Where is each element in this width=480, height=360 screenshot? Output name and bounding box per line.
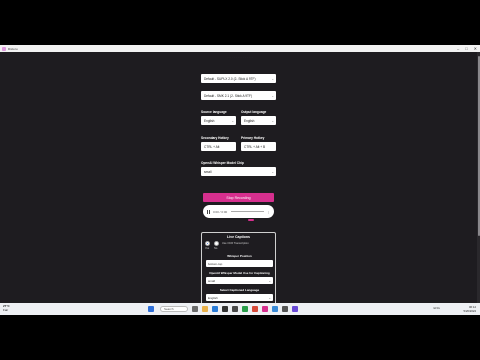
source-language-label: Source language bbox=[201, 110, 227, 114]
radio-no[interactable] bbox=[214, 241, 219, 246]
tray-language[interactable]: ENG bbox=[433, 306, 440, 310]
maximize-icon[interactable]: □ bbox=[465, 46, 467, 51]
secondary-hotkey-value: CTRL + Alt bbox=[204, 144, 220, 149]
primary-hotkey-label: Primary Hotkey bbox=[241, 136, 265, 140]
chevron-down-icon: ⌄ bbox=[231, 118, 234, 123]
radio-caption: Use OCR Transcription bbox=[222, 242, 249, 245]
caption-language-label: Select Captioned Language bbox=[219, 288, 260, 292]
task-view-icon[interactable] bbox=[192, 306, 198, 312]
output-language-label: Output language bbox=[241, 110, 267, 114]
caption-model-label: OpenAI Whisper Model Use for Captioning bbox=[209, 271, 270, 275]
whisper-position-label: Whisper Position bbox=[227, 254, 252, 258]
input-device-value: Default - SUPLX 2.0 (2- Stick A 9TF) bbox=[204, 76, 256, 81]
taskbar-search[interactable]: Search bbox=[160, 306, 188, 312]
primary-hotkey-input[interactable]: CTRL + Alt + B bbox=[241, 142, 276, 151]
recording-indicator bbox=[248, 219, 254, 221]
brave-icon[interactable] bbox=[252, 306, 258, 312]
file-explorer-icon[interactable] bbox=[202, 306, 208, 312]
weather-widget[interactable]: 27°C Fair bbox=[3, 304, 10, 312]
pause-icon[interactable] bbox=[207, 209, 210, 214]
whisper-model-label: OpenAI Whisper Model Chip bbox=[201, 161, 244, 165]
chevron-down-icon: ⌄ bbox=[271, 118, 274, 123]
chevron-down-icon: ⌄ bbox=[268, 295, 271, 300]
chevron-down-icon: ⌄ bbox=[271, 93, 274, 98]
dictoru-app-icon[interactable] bbox=[262, 306, 268, 312]
output-device-select[interactable]: Default - SMK 2.1 (2- Stick A 9TF) ⌄ bbox=[201, 91, 276, 100]
player-time: 0:00 / 0:00 bbox=[213, 209, 228, 214]
live-captions-title: Live Captions bbox=[227, 235, 250, 239]
chevron-down-icon: ⌄ bbox=[268, 278, 271, 283]
close-icon[interactable]: ✕ bbox=[474, 46, 477, 51]
input-device-select[interactable]: Default - SUPLX 2.0 (2- Stick A 9TF) ⌄ bbox=[201, 74, 276, 83]
whisper-model-select[interactable]: small ⌄ bbox=[201, 167, 276, 176]
search-placeholder: Search bbox=[164, 307, 174, 311]
chevron-down-icon: ⌄ bbox=[271, 76, 274, 81]
weather-desc: Fair bbox=[3, 308, 9, 312]
app-window: Dictoru – □ ✕ · · · · · · · · · · · · · … bbox=[0, 45, 480, 303]
vscode-icon[interactable] bbox=[272, 306, 278, 312]
app-icon bbox=[2, 46, 6, 51]
source-language-value: English bbox=[204, 118, 215, 123]
stop-recording-button[interactable]: Stop Recording bbox=[203, 193, 274, 202]
output-device-value: Default - SMK 2.1 (2- Stick A 9TF) bbox=[204, 93, 253, 98]
whisper-model-value: small bbox=[204, 169, 212, 174]
faded-header: · · · · · · · · · · · · · · · bbox=[226, 55, 254, 59]
edge-icon[interactable] bbox=[212, 306, 218, 312]
scrollbar-thumb[interactable] bbox=[477, 56, 480, 236]
chevron-down-icon: ⌄ bbox=[271, 169, 274, 174]
audio-player[interactable]: 0:00 / 0:00 ⋮ bbox=[203, 205, 274, 218]
window-title: Dictoru bbox=[8, 46, 18, 51]
caption-model-value: small bbox=[208, 278, 216, 283]
discord-icon[interactable] bbox=[292, 306, 298, 312]
whisper-position-value: bottom-top bbox=[208, 261, 223, 266]
player-progress-track[interactable] bbox=[231, 211, 264, 212]
taskbar: 27°C Fair Search ENG 06:12 5/26/2024 bbox=[0, 303, 480, 315]
more-options-icon[interactable]: ⋮ bbox=[267, 210, 270, 214]
caption-language-select[interactable]: English ⌄ bbox=[206, 294, 273, 301]
spotify-icon[interactable] bbox=[242, 306, 248, 312]
terminal-icon[interactable] bbox=[222, 306, 228, 312]
output-language-select[interactable]: English ⌄ bbox=[241, 116, 276, 125]
output-language-value: English bbox=[244, 118, 255, 123]
secondary-hotkey-label: Secondary Hotkey bbox=[201, 136, 229, 140]
radio-no-label: No bbox=[214, 247, 218, 250]
whisper-position-input[interactable]: bottom-top bbox=[206, 260, 273, 267]
clock-date: 5/26/2024 bbox=[463, 308, 476, 313]
window-titlebar[interactable]: Dictoru – □ ✕ bbox=[0, 45, 480, 52]
minimize-icon[interactable]: – bbox=[457, 46, 459, 51]
radio-yes[interactable] bbox=[205, 241, 210, 246]
live-captions-card: Live Captions Yes No Use OCR Transcripti… bbox=[201, 232, 276, 303]
radio-yes-label: Yes bbox=[205, 247, 210, 250]
taskbar-clock[interactable]: 06:12 5/26/2024 bbox=[464, 305, 476, 313]
settings-icon[interactable] bbox=[282, 306, 288, 312]
caption-model-select[interactable]: small ⌄ bbox=[206, 277, 273, 284]
source-language-select[interactable]: English ⌄ bbox=[201, 116, 236, 125]
caption-language-value: English bbox=[208, 295, 218, 300]
windows-start-icon[interactable] bbox=[148, 306, 154, 312]
secondary-hotkey-input[interactable]: CTRL + Alt bbox=[201, 142, 236, 151]
screen: Dictoru – □ ✕ · · · · · · · · · · · · · … bbox=[0, 0, 480, 360]
app-icon-generic[interactable] bbox=[232, 306, 238, 312]
primary-hotkey-value: CTRL + Alt + B bbox=[244, 144, 266, 149]
